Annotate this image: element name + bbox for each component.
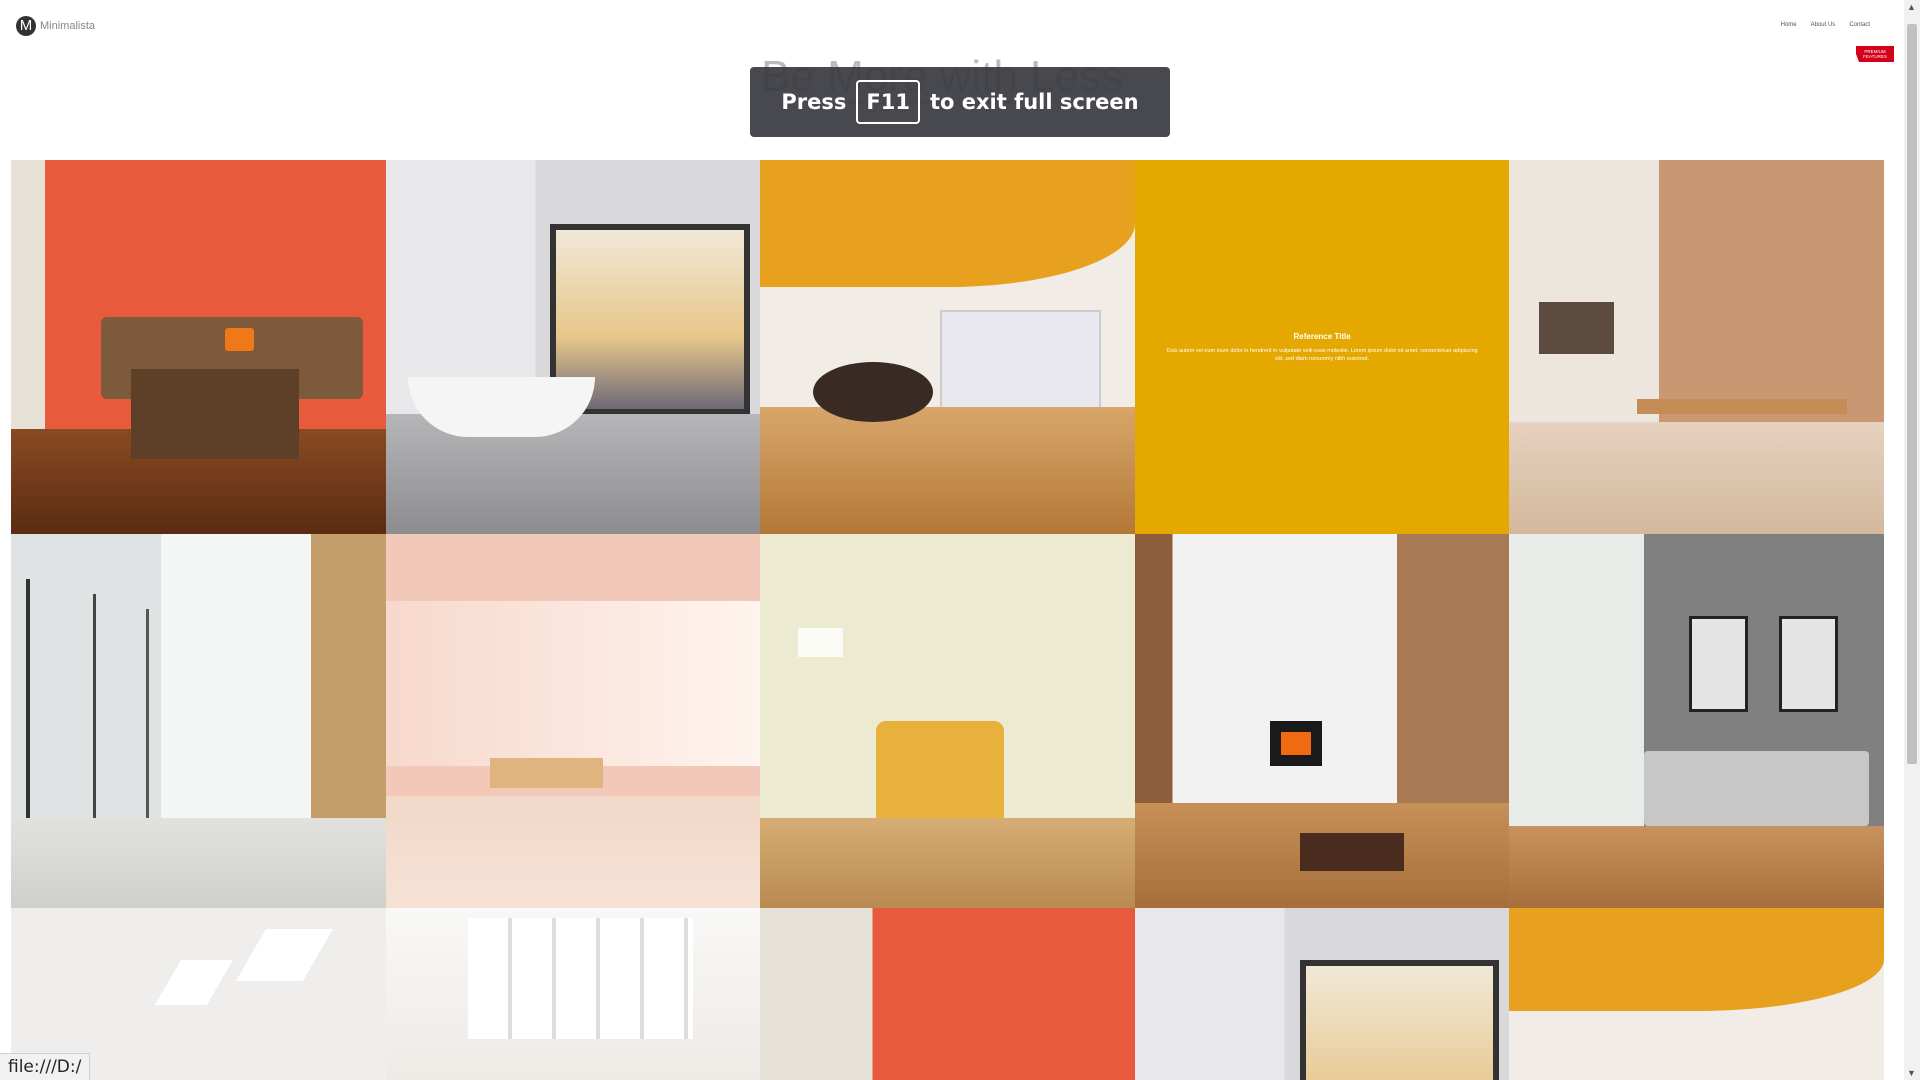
status-url-bar: file:///D:/ <box>0 1053 91 1080</box>
vertical-scrollbar[interactable]: ▲ ▼ <box>1904 0 1920 1080</box>
main-nav: Home About Us Contact <box>1781 22 1870 28</box>
f11-key-badge: F11 <box>856 80 920 124</box>
feature-description: Duis autem vel eum iriure dolor in hendr… <box>1166 347 1478 362</box>
gallery-tile-living-room-red[interactable] <box>11 160 386 534</box>
notice-press-text: Press <box>781 90 847 114</box>
gallery-tile-living-room-red-repeat[interactable] <box>760 908 1135 1080</box>
gallery-tile-white-bathroom[interactable] <box>385 160 761 534</box>
feature-title: Reference Title <box>1293 331 1351 341</box>
scroll-down-icon[interactable]: ▼ <box>1907 1068 1916 1078</box>
gallery-tile-orange-ceiling-room[interactable] <box>760 160 1135 534</box>
gallery-tile-pink-office[interactable] <box>385 534 761 908</box>
gallery-tile-glass-office[interactable] <box>11 534 386 908</box>
gallery-tile-yellow-chair[interactable] <box>760 534 1135 908</box>
nav-about-us[interactable]: About Us <box>1811 22 1836 28</box>
logo-mark: M <box>16 16 36 36</box>
scroll-up-icon[interactable]: ▲ <box>1907 2 1916 12</box>
brand-logo[interactable]: M Minimalista <box>16 16 95 36</box>
gallery-tile-white-bathroom-repeat[interactable] <box>1134 908 1510 1080</box>
nav-home[interactable]: Home <box>1781 22 1797 28</box>
gallery-tile-office-wood-wall[interactable] <box>1509 160 1884 534</box>
gallery-tile-bright-attic[interactable] <box>385 908 761 1080</box>
feature-tile[interactable]: Reference Title Duis autem vel eum iriur… <box>1134 160 1510 534</box>
gallery-tile-gray-living-room[interactable] <box>1509 534 1884 908</box>
scrollbar-thumb[interactable] <box>1907 24 1917 764</box>
nav-contact[interactable]: Contact <box>1849 22 1870 28</box>
notice-rest-text: to exit full screen <box>929 90 1139 114</box>
brand-name: Minimalista <box>40 20 96 32</box>
gallery-grid: Reference Title Duis autem vel eum iriur… <box>11 160 1884 1080</box>
fullscreen-exit-notice: Press F11 to exit full screen <box>750 67 1170 137</box>
gallery-tile-fireplace-lounge[interactable] <box>1134 534 1510 908</box>
gallery-tile-orange-ceiling-repeat[interactable] <box>1509 908 1884 1080</box>
